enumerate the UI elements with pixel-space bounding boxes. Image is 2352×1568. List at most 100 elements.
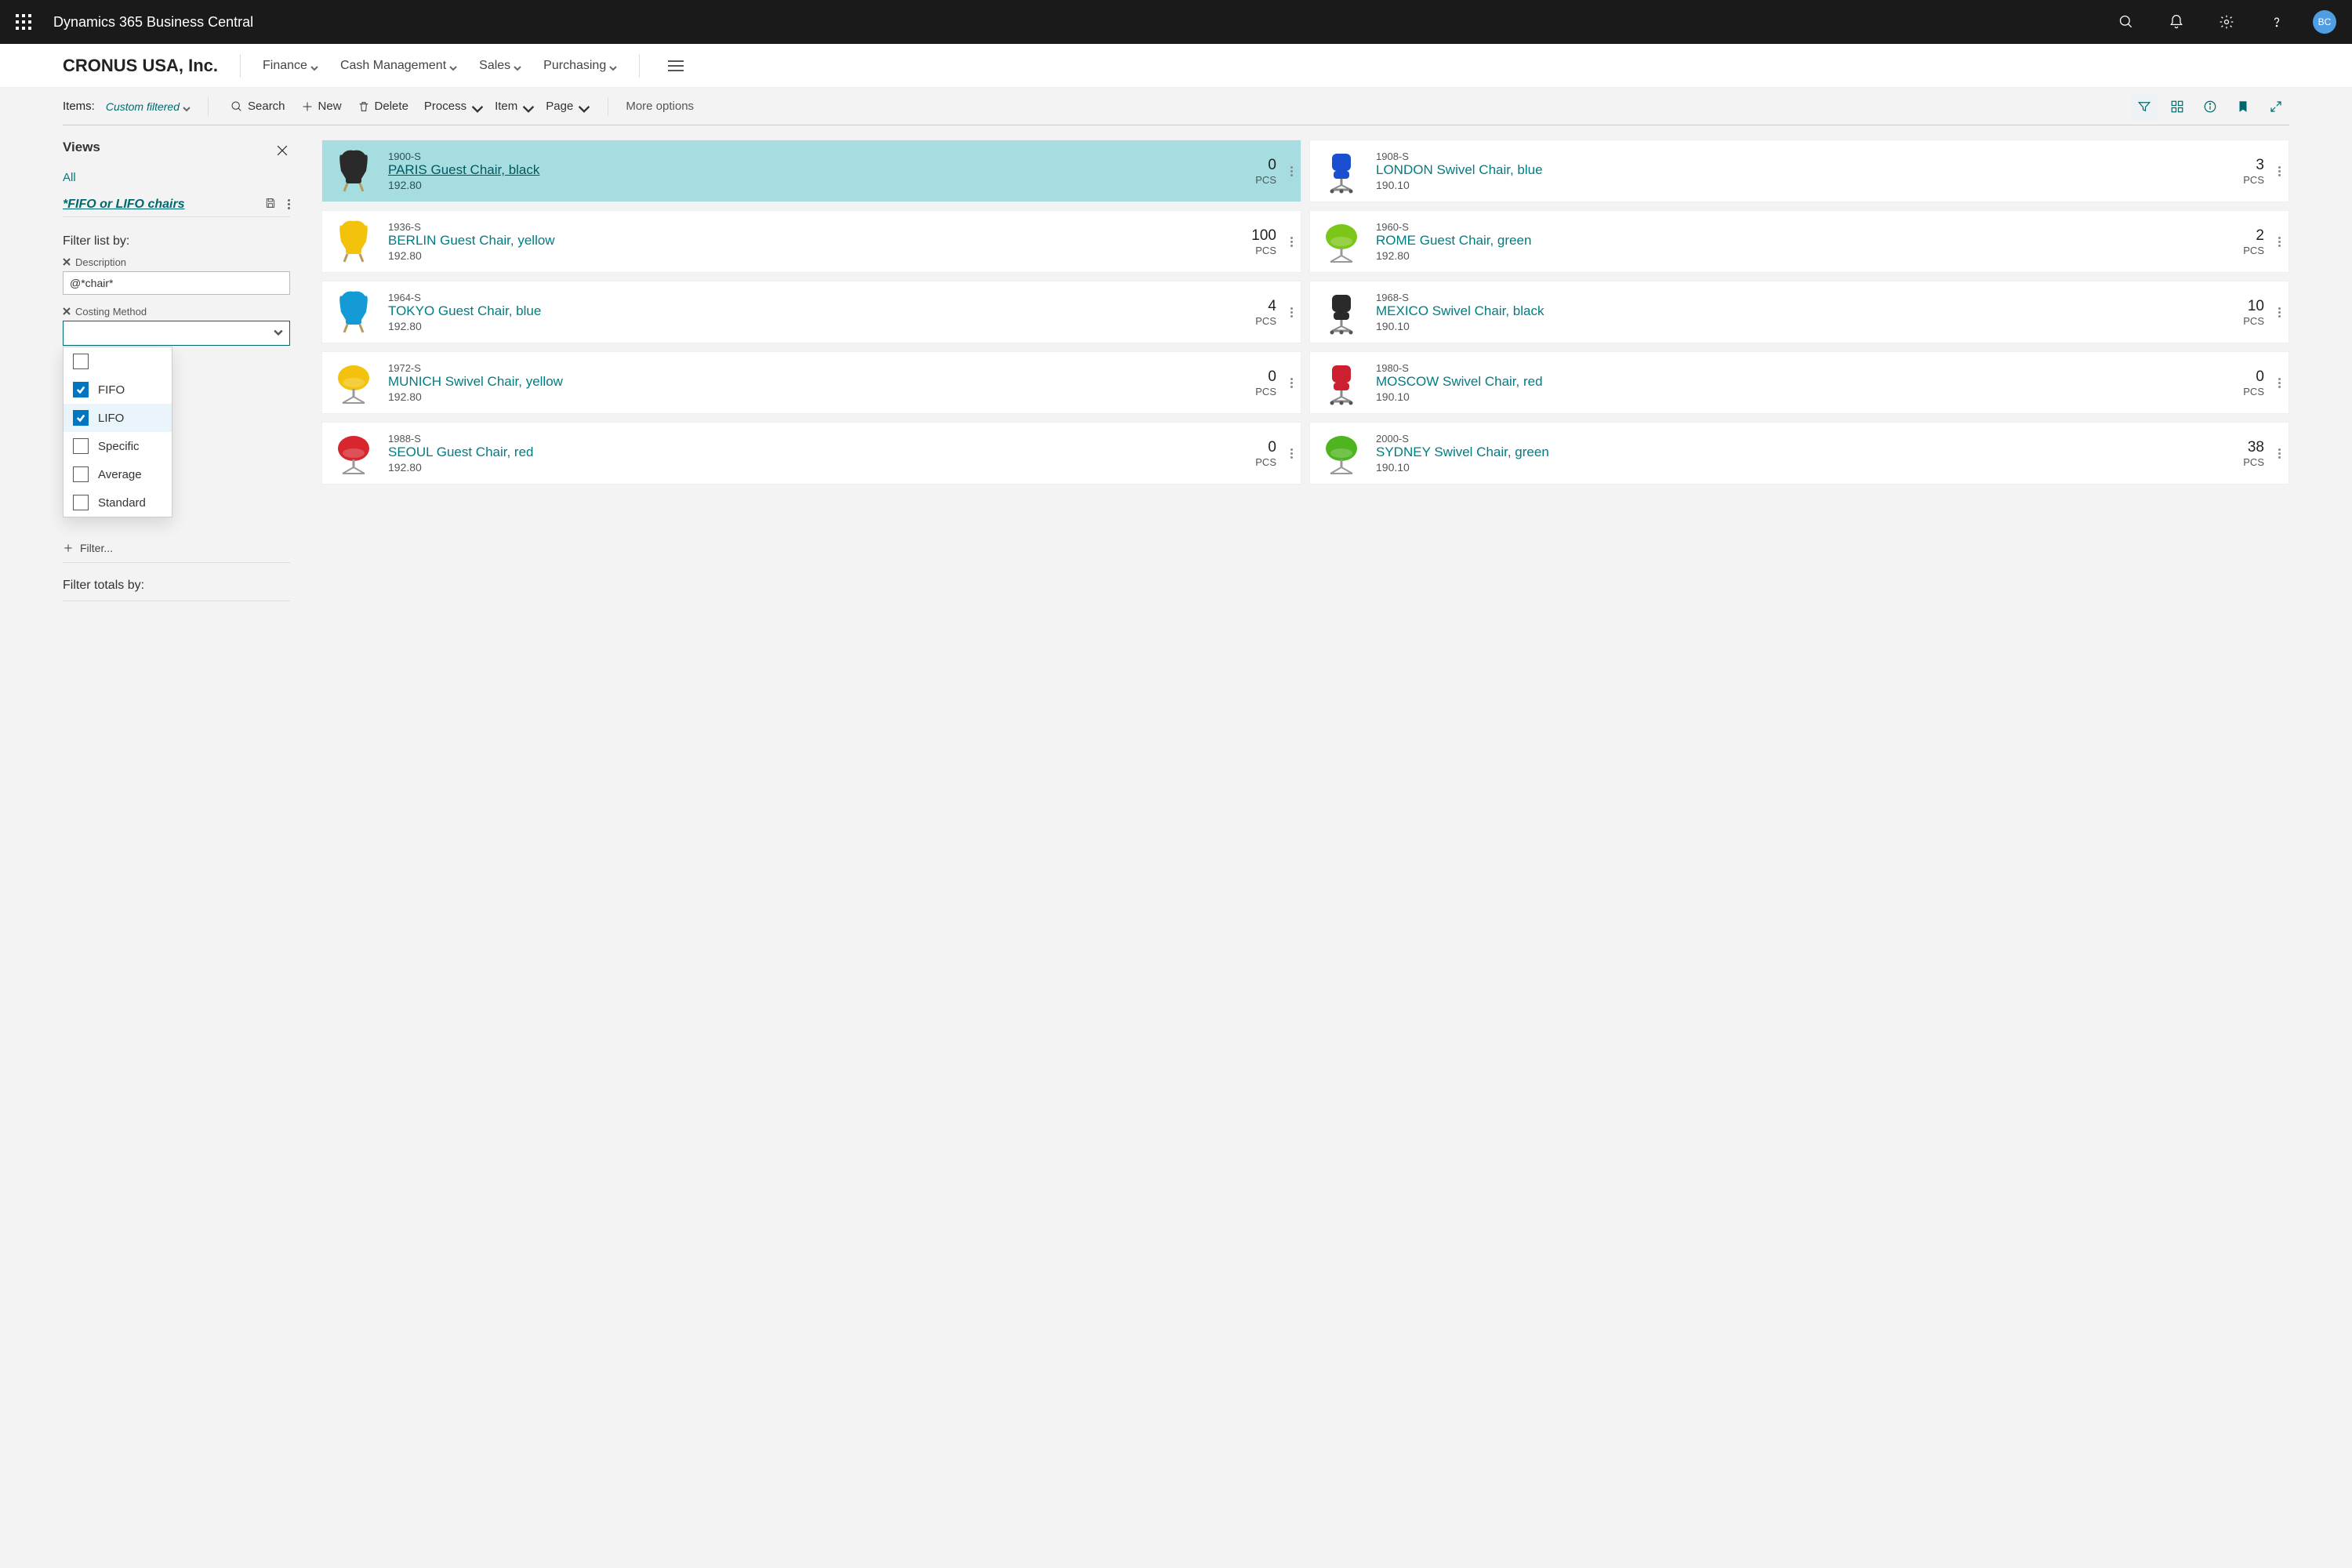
item-card[interactable]: 1908-S LONDON Swivel Chair, blue 190.10 … bbox=[1309, 140, 2289, 202]
checkbox[interactable] bbox=[73, 466, 89, 482]
item-thumbnail bbox=[1313, 285, 1370, 339]
card-menu-icon[interactable] bbox=[2278, 237, 2281, 247]
notifications-icon[interactable] bbox=[2162, 14, 2190, 30]
nav-sales[interactable]: Sales bbox=[479, 59, 521, 73]
nav-cash-management[interactable]: Cash Management bbox=[340, 59, 457, 73]
avatar[interactable]: BC bbox=[2313, 10, 2336, 34]
process-menu[interactable]: Process bbox=[419, 96, 484, 116]
item-name[interactable]: MEXICO Swivel Chair, black bbox=[1376, 303, 2222, 319]
nav-purchasing[interactable]: Purchasing bbox=[543, 59, 617, 73]
item-name[interactable]: ROME Guest Chair, green bbox=[1376, 233, 2222, 249]
dropdown-option[interactable]: Specific bbox=[64, 432, 172, 460]
card-menu-icon[interactable] bbox=[1290, 237, 1293, 247]
item-card[interactable]: 1988-S SEOUL Guest Chair, red 192.80 0 P… bbox=[321, 422, 1301, 485]
description-input[interactable] bbox=[63, 271, 290, 295]
more-icon[interactable] bbox=[288, 199, 290, 209]
dropdown-option[interactable]: Average bbox=[64, 460, 172, 488]
qty-block: 10 PCS bbox=[2228, 298, 2264, 327]
card-body: 1980-S MOSCOW Swivel Chair, red 190.10 bbox=[1376, 362, 2222, 403]
expand-icon[interactable] bbox=[2263, 93, 2289, 120]
checkbox[interactable] bbox=[73, 495, 89, 510]
option-label: Standard bbox=[98, 496, 146, 510]
item-name[interactable]: PARIS Guest Chair, black bbox=[388, 162, 1234, 178]
card-menu-icon[interactable] bbox=[2278, 448, 2281, 459]
costing-method-select[interactable] bbox=[63, 321, 290, 346]
item-card[interactable]: 1900-S PARIS Guest Chair, black 192.80 0… bbox=[321, 140, 1301, 202]
item-card[interactable]: 1980-S MOSCOW Swivel Chair, red 190.10 0… bbox=[1309, 351, 2289, 414]
remove-filter-icon[interactable] bbox=[63, 306, 71, 318]
item-name[interactable]: TOKYO Guest Chair, blue bbox=[388, 303, 1234, 319]
current-view-link[interactable]: Custom filtered bbox=[106, 100, 191, 113]
item-menu[interactable]: Item bbox=[490, 96, 535, 116]
item-card[interactable]: 1972-S MUNICH Swivel Chair, yellow 192.8… bbox=[321, 351, 1301, 414]
item-card[interactable]: 1936-S BERLIN Guest Chair, yellow 192.80… bbox=[321, 210, 1301, 273]
qty-block: 0 PCS bbox=[2228, 368, 2264, 397]
card-menu-icon[interactable] bbox=[1290, 378, 1293, 388]
item-name[interactable]: LONDON Swivel Chair, blue bbox=[1376, 162, 2222, 178]
qty-block: 0 PCS bbox=[1240, 368, 1276, 397]
card-body: 1964-S TOKYO Guest Chair, blue 192.80 bbox=[388, 292, 1234, 332]
action-label: Item bbox=[495, 100, 517, 113]
view-all[interactable]: All bbox=[63, 171, 290, 184]
chevron-down-icon bbox=[514, 62, 521, 70]
dropdown-option[interactable]: LIFO bbox=[64, 404, 172, 432]
checkbox[interactable] bbox=[73, 354, 89, 369]
item-price: 192.80 bbox=[388, 249, 1234, 262]
nav-finance[interactable]: Finance bbox=[263, 59, 318, 73]
card-menu-icon[interactable] bbox=[2278, 307, 2281, 318]
item-qty: 0 bbox=[1240, 439, 1276, 456]
item-sku: 2000-S bbox=[1376, 433, 2222, 445]
item-card[interactable]: 1964-S TOKYO Guest Chair, blue 192.80 4 … bbox=[321, 281, 1301, 343]
help-icon[interactable] bbox=[2263, 14, 2291, 30]
info-icon[interactable] bbox=[2197, 93, 2223, 120]
filter-description-label: Description bbox=[63, 256, 290, 268]
separator bbox=[208, 97, 209, 116]
item-sku: 1988-S bbox=[388, 433, 1234, 445]
item-name[interactable]: MUNICH Swivel Chair, yellow bbox=[388, 374, 1234, 390]
card-menu-icon[interactable] bbox=[2278, 166, 2281, 176]
nav-label: Purchasing bbox=[543, 59, 606, 73]
item-name[interactable]: MOSCOW Swivel Chair, red bbox=[1376, 374, 2222, 390]
page-menu[interactable]: Page bbox=[541, 96, 590, 116]
item-price: 190.10 bbox=[1376, 179, 2222, 191]
card-menu-icon[interactable] bbox=[1290, 448, 1293, 459]
item-name[interactable]: SYDNEY Swivel Chair, green bbox=[1376, 445, 2222, 460]
saved-view-link[interactable]: *FIFO or LIFO chairs bbox=[63, 198, 185, 212]
settings-icon[interactable] bbox=[2212, 14, 2241, 30]
main: Views All *FIFO or LIFO chairs Filter li… bbox=[63, 140, 2289, 601]
app-header: Dynamics 365 Business Central BC bbox=[0, 0, 2352, 44]
search-button[interactable]: Search bbox=[226, 96, 290, 116]
option-label: Average bbox=[98, 468, 142, 481]
item-card[interactable]: 2000-S SYDNEY Swivel Chair, green 190.10… bbox=[1309, 422, 2289, 485]
card-menu-icon[interactable] bbox=[1290, 307, 1293, 318]
more-options[interactable]: More options bbox=[626, 100, 694, 113]
close-icon[interactable] bbox=[274, 143, 290, 161]
menu-icon[interactable] bbox=[668, 60, 684, 71]
checkbox[interactable] bbox=[73, 438, 89, 454]
item-sku: 1936-S bbox=[388, 221, 1234, 233]
delete-button[interactable]: Delete bbox=[353, 96, 413, 116]
dropdown-option[interactable]: FIFO bbox=[64, 376, 172, 404]
item-name[interactable]: BERLIN Guest Chair, yellow bbox=[388, 233, 1234, 249]
item-card[interactable]: 1960-S ROME Guest Chair, green 192.80 2 … bbox=[1309, 210, 2289, 273]
card-body: 1968-S MEXICO Swivel Chair, black 190.10 bbox=[1376, 292, 2222, 332]
app-launcher-icon[interactable] bbox=[16, 14, 31, 30]
card-menu-icon[interactable] bbox=[1290, 166, 1293, 176]
tiles-view-icon[interactable] bbox=[2164, 93, 2190, 120]
filter-pane-icon[interactable] bbox=[2131, 93, 2158, 120]
item-card[interactable]: 1968-S MEXICO Swivel Chair, black 190.10… bbox=[1309, 281, 2289, 343]
remove-filter-icon[interactable] bbox=[63, 256, 71, 268]
new-button[interactable]: New bbox=[296, 96, 347, 116]
checkbox[interactable] bbox=[73, 410, 89, 426]
company-name: CRONUS USA, Inc. bbox=[63, 56, 218, 76]
bookmark-icon[interactable] bbox=[2230, 93, 2256, 120]
item-thumbnail bbox=[1313, 215, 1370, 268]
add-filter-button[interactable]: Filter... bbox=[63, 542, 290, 563]
search-icon[interactable] bbox=[2112, 14, 2140, 30]
save-icon[interactable] bbox=[264, 197, 277, 212]
item-name[interactable]: SEOUL Guest Chair, red bbox=[388, 445, 1234, 460]
dropdown-option[interactable]: Standard bbox=[64, 488, 172, 517]
card-menu-icon[interactable] bbox=[2278, 378, 2281, 388]
dropdown-option[interactable] bbox=[64, 347, 172, 376]
checkbox[interactable] bbox=[73, 382, 89, 397]
